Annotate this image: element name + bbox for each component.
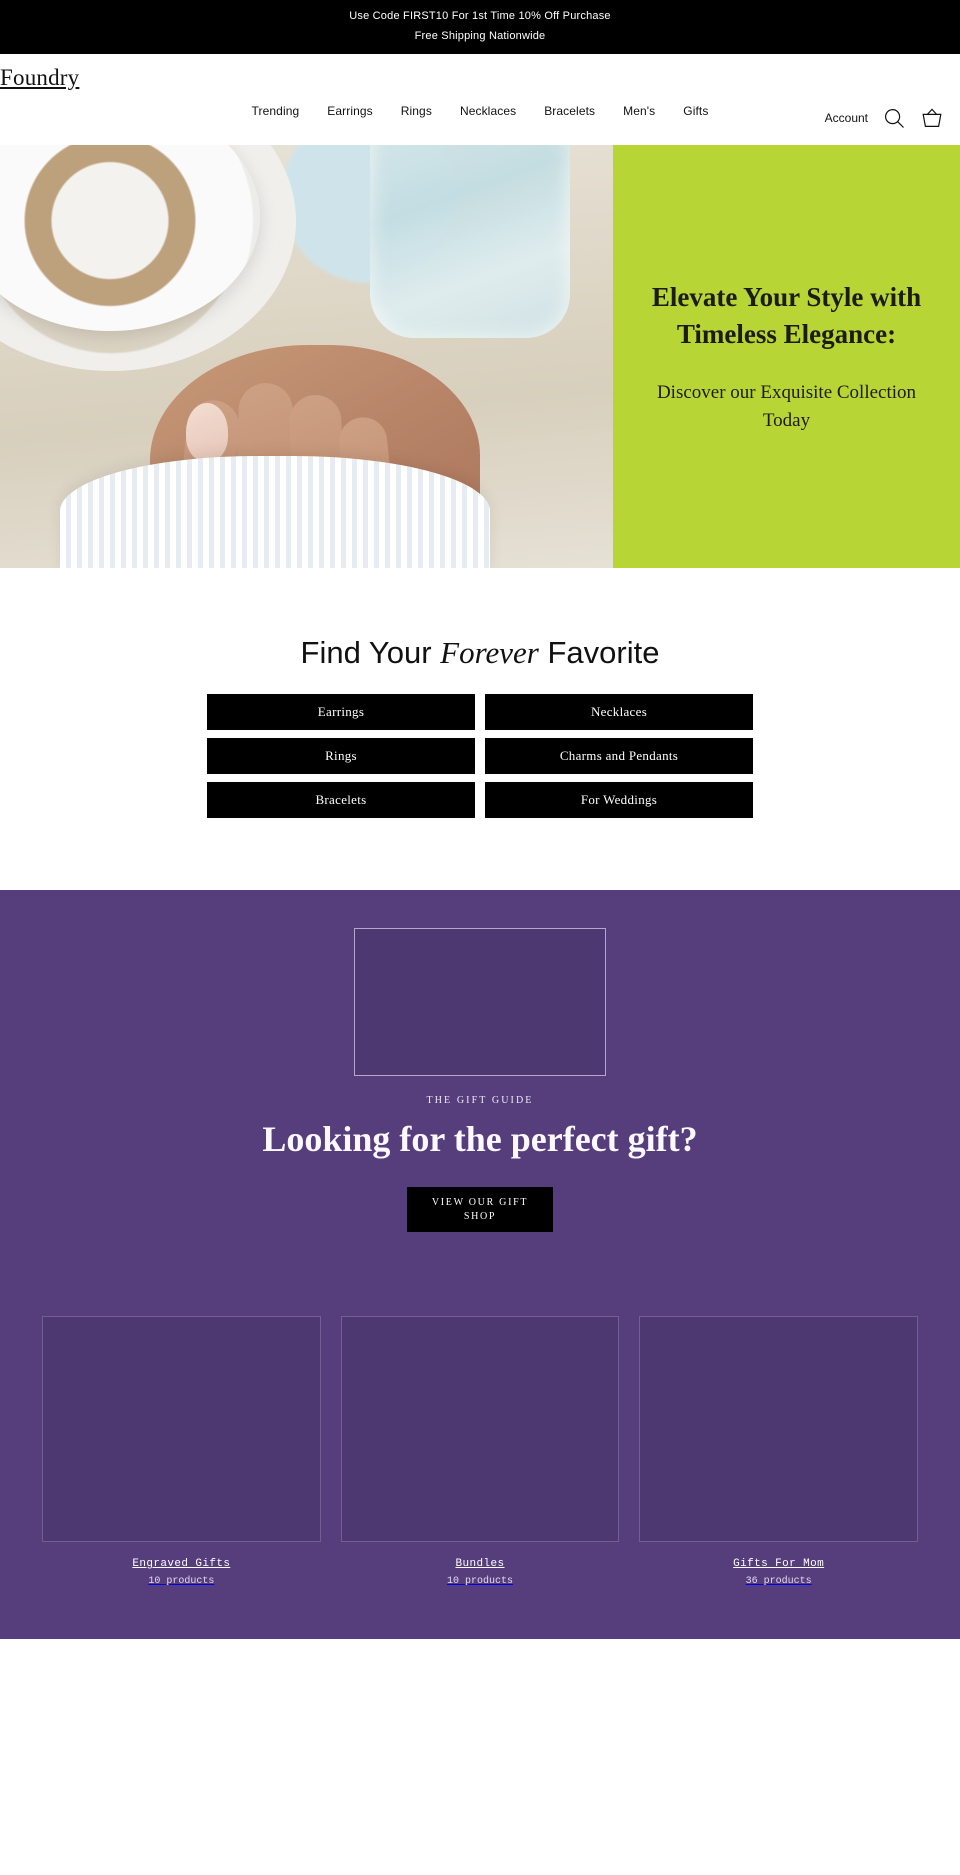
collection-card-image: [42, 1316, 321, 1542]
collections-title-before: Find Your: [300, 635, 441, 670]
collections-title: Find Your Forever Favorite: [0, 634, 960, 672]
collection-card-title: Bundles: [455, 1558, 505, 1570]
hero-water-glass-shape: [370, 145, 570, 338]
collection-card-bundles[interactable]: Bundles 10 products: [340, 1316, 620, 1587]
announcement-line-shipping: Free Shipping Nationwide: [414, 30, 546, 42]
collection-card-product-count: 10 products: [148, 1576, 215, 1587]
hero-text-panel: Elevate Your Style with Timeless Eleganc…: [613, 145, 960, 568]
gift-guide-section: THE GIFT GUIDE Looking for the perfect g…: [0, 890, 960, 1639]
site-logo[interactable]: Foundry: [0, 65, 79, 90]
collection-card-product-count: 10 products: [446, 1576, 513, 1587]
collections-section: Find Your Forever Favorite Earrings Neck…: [0, 568, 960, 890]
announcement-bar: Use Code FIRST10 For 1st Time 10% Off Pu…: [0, 0, 960, 54]
nav-item-trending[interactable]: Trending: [252, 102, 300, 120]
category-button-grid: Earrings Necklaces Rings Charms and Pend…: [207, 694, 753, 818]
gift-guide-eyebrow: THE GIFT GUIDE: [426, 1095, 534, 1106]
collection-card-product-count: 36 products: [745, 1576, 812, 1587]
hero-image-jewelry-hand: [0, 145, 613, 568]
nav-item-mens[interactable]: Men's: [623, 102, 655, 120]
view-gift-shop-button[interactable]: VIEW OUR GIFT SHOP: [407, 1187, 553, 1232]
collection-card-title: Engraved Gifts: [132, 1558, 231, 1570]
collection-card-image: [340, 1316, 620, 1542]
collection-card-title: Gifts For Mom: [733, 1558, 825, 1570]
nav-item-gifts[interactable]: Gifts: [683, 102, 708, 120]
hero-sweater-shape: [60, 456, 490, 568]
nav-item-rings[interactable]: Rings: [401, 102, 432, 120]
collections-title-after: Favorite: [538, 635, 660, 670]
hero-fingernail-shape: [186, 403, 228, 461]
collection-card-engraved-gifts[interactable]: Engraved Gifts 10 products: [42, 1316, 321, 1587]
announcement-line-promo: Use Code FIRST10 For 1st Time 10% Off Pu…: [349, 10, 611, 22]
nav-item-bracelets[interactable]: Bracelets: [544, 102, 595, 120]
collection-card-grid: Engraved Gifts 10 products Bundles 10 pr…: [0, 1316, 960, 1639]
search-icon[interactable]: [882, 106, 906, 130]
header-actions: Account: [825, 106, 944, 130]
gift-guide-media-placeholder: [354, 928, 606, 1076]
nav-item-earrings[interactable]: Earrings: [327, 102, 372, 120]
shopping-basket-icon[interactable]: [920, 106, 944, 130]
gift-cta-line-2: SHOP: [463, 1210, 497, 1222]
category-button-charms-and-pendants[interactable]: Charms and Pendants: [485, 738, 753, 774]
hero-title: Elevate Your Style with Timeless Eleganc…: [651, 281, 922, 349]
category-button-for-weddings[interactable]: For Weddings: [485, 782, 753, 818]
site-header: Foundry Trending Earrings Rings Necklace…: [0, 54, 960, 145]
category-button-bracelets[interactable]: Bracelets: [207, 782, 475, 818]
gift-cta-line-1: VIEW OUR GIFT: [431, 1196, 529, 1208]
hero-banner: Elevate Your Style with Timeless Eleganc…: [0, 145, 960, 568]
collection-card-gifts-for-mom[interactable]: Gifts For Mom 36 products: [639, 1316, 918, 1587]
collections-title-emphasis: Forever: [440, 635, 539, 670]
nav-item-necklaces[interactable]: Necklaces: [460, 102, 516, 120]
gift-guide-heading: Looking for the perfect gift?: [262, 1119, 698, 1159]
main-navigation: Trending Earrings Rings Necklaces Bracel…: [0, 102, 960, 120]
category-button-necklaces[interactable]: Necklaces: [485, 694, 753, 730]
account-link[interactable]: Account: [825, 111, 868, 125]
category-button-earrings[interactable]: Earrings: [207, 694, 475, 730]
category-button-rings[interactable]: Rings: [207, 738, 475, 774]
hero-subtitle: Discover our Exquisite Collection Today: [656, 381, 917, 431]
collection-card-image: [639, 1316, 918, 1542]
